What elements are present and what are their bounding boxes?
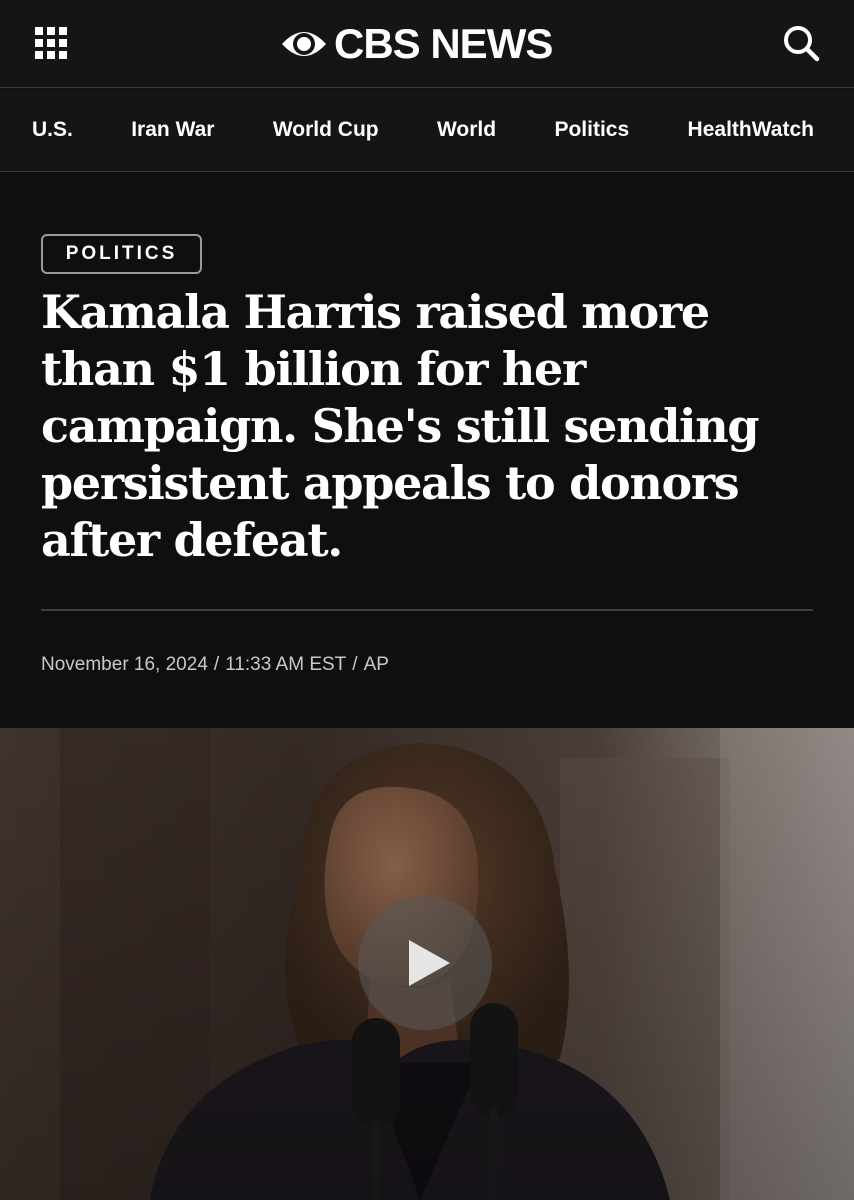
search-button[interactable] xyxy=(778,20,824,66)
article-headline: Kamala Harris raised more than $1 billio… xyxy=(41,285,760,567)
publish-date: November 16, 2024 xyxy=(41,654,208,675)
cbs-eye-logo xyxy=(282,32,326,56)
cbs-news-logo[interactable]: CBS NEWS xyxy=(280,16,553,72)
search-icon xyxy=(784,26,820,62)
nav-item-iran-war[interactable]: Iran War xyxy=(131,118,214,142)
grid-menu-button[interactable] xyxy=(28,20,74,66)
nav-item-healthwatch[interactable]: HealthWatch xyxy=(688,118,814,142)
nav-item-world-cup[interactable]: World Cup xyxy=(273,118,379,142)
article-meta: November 16, 2024 / 11:33 AM EST / AP xyxy=(41,654,389,676)
article-source[interactable]: AP xyxy=(364,654,389,676)
article-header: POLITICS Kamala Harris raised more than … xyxy=(0,172,854,728)
nav-item-world[interactable]: World xyxy=(437,118,496,142)
divider xyxy=(41,609,813,611)
play-button[interactable] xyxy=(358,896,492,1030)
play-icon xyxy=(409,940,450,986)
section-nav: U.S. Iran War World Cup World Politics H… xyxy=(0,89,854,172)
category-badge[interactable]: POLITICS xyxy=(41,234,202,274)
top-bar: CBS NEWS xyxy=(0,0,854,88)
meta-separator: / xyxy=(352,654,358,675)
brand-name: CBS NEWS xyxy=(334,20,553,67)
nav-item-us[interactable]: U.S. xyxy=(32,118,73,142)
grid-menu-icon xyxy=(35,27,67,59)
article-video[interactable] xyxy=(0,728,854,1200)
nav-item-politics[interactable]: Politics xyxy=(554,118,629,142)
publish-time: 11:33 AM EST xyxy=(225,654,347,675)
meta-separator: / xyxy=(213,654,220,675)
